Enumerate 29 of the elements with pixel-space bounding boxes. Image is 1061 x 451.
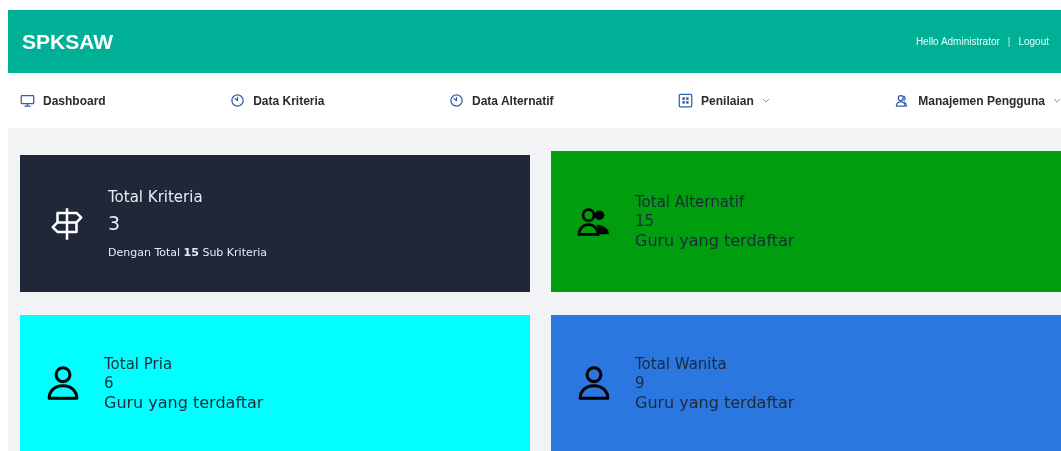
card-value: 3 [108,212,122,234]
card-title: Total Alternatif [635,193,746,211]
card-note: Guru yang terdaftar [635,392,795,412]
clock-icon [230,93,246,108]
card-title: Total Wanita [635,354,728,373]
user-icon [46,365,80,401]
nav-item[interactable]: Penilaian [678,93,770,108]
card-note: Guru yang terdaftar [635,231,795,250]
user-icon [577,365,611,401]
grid-icon [678,93,694,108]
card-note: Guru yang terdaftar [104,392,264,412]
card-note: Dengan Total 15 Sub Kriteria [108,246,268,259]
nav-item[interactable]: Dashboard [20,93,106,108]
nav-item[interactable]: Manajemen Pengguna [894,93,1061,108]
users-icon [577,206,611,237]
nav-item[interactable]: Data Kriteria [230,93,325,108]
card-title: Total Kriteria [108,188,204,206]
nav-item[interactable]: Data Alternatif [449,93,554,108]
card-value: 15 [635,212,656,230]
clock-icon [449,93,465,108]
brand-logo: SPKSAW [22,29,113,54]
card-title: Total Pria [104,354,174,373]
caret-icon [761,98,770,103]
monitor-icon [20,94,35,107]
caret-icon [1052,98,1061,103]
card-value: 9 [635,373,646,392]
card-value: 6 [104,373,115,392]
separator-text: | [1007,36,1011,47]
greeting-text: Hello Administrator [915,36,1000,47]
